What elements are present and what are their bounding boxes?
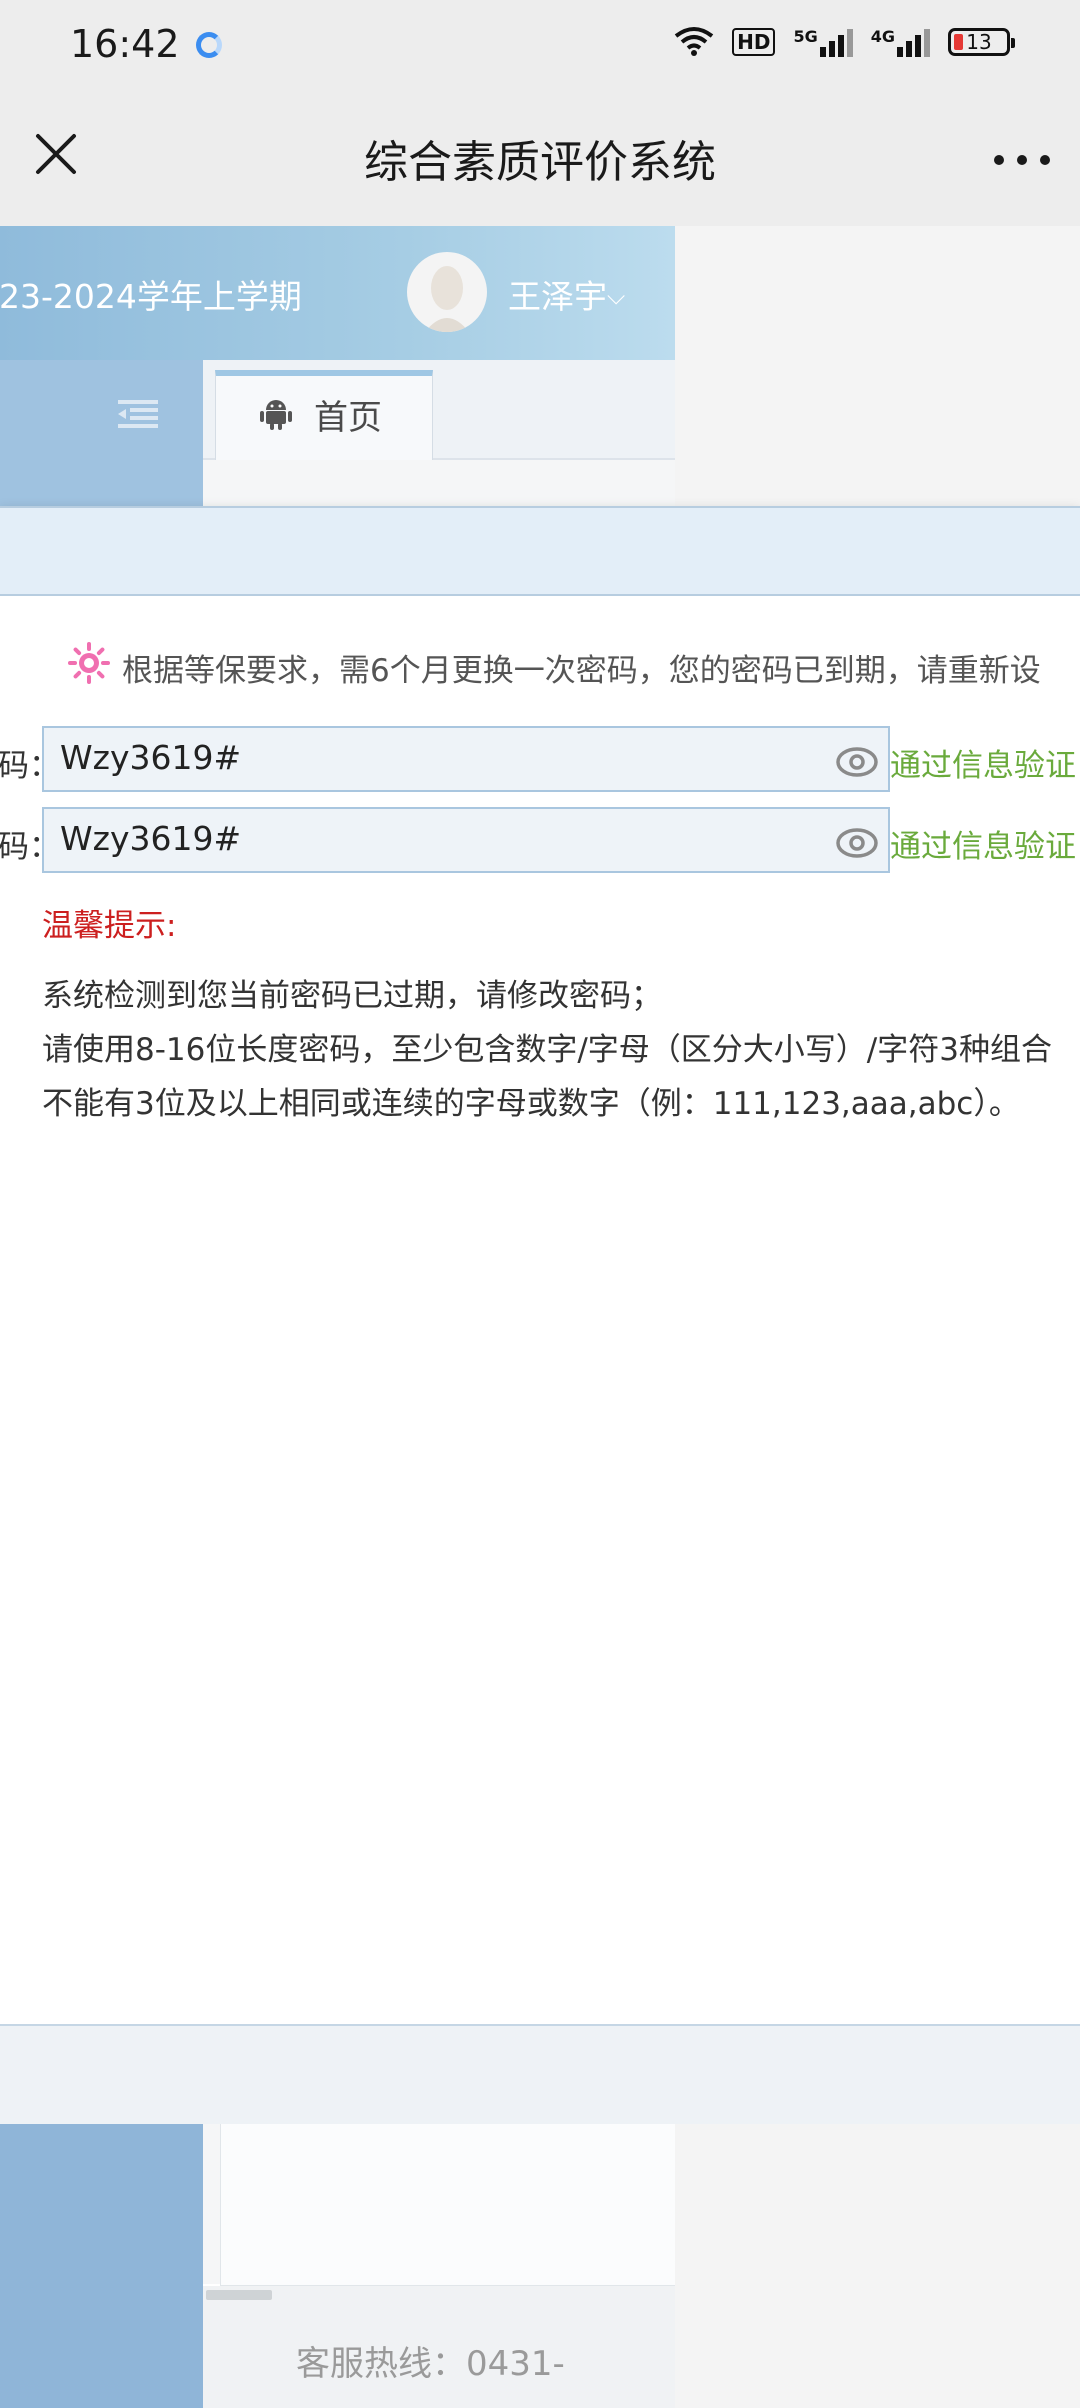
tip-line: 系统检测到您当前密码已过期，请修改密码； — [42, 978, 662, 1014]
confirm-password-value: Wzy3619# — [60, 819, 242, 858]
collapse-menu-icon[interactable] — [118, 398, 158, 428]
content-card — [220, 2124, 675, 2286]
username: 王泽宇 — [508, 277, 607, 316]
tip-line: 请使用8-16位长度密码，至少包含数字/字母（区分大小写）/字符3种组合 — [42, 1032, 1052, 1068]
verify-by-info-link[interactable]: 通过信息验证 — [890, 821, 1076, 866]
page-backdrop — [675, 226, 1080, 508]
battery-icon: 13 — [948, 28, 1015, 56]
hotline-text: 客服热线：0431- — [296, 2344, 565, 2384]
eye-icon[interactable] — [836, 826, 878, 860]
page-title: 综合素质评价系统 — [364, 137, 716, 188]
loading-icon — [196, 32, 222, 58]
content-area — [203, 460, 675, 508]
signal-5g-icon: 5G — [793, 27, 853, 57]
password-expired-warning: 根据等保要求，需6个月更换一次密码，您的密码已到期，请重新设 — [122, 653, 1041, 689]
horizontal-scrollbar[interactable] — [206, 2290, 272, 2300]
signal-4g-icon: 4G — [871, 27, 930, 57]
status-icons: HD 5G 4G 13 — [674, 26, 1015, 58]
sidebar — [0, 360, 203, 508]
avatar[interactable] — [407, 252, 487, 332]
android-icon — [260, 400, 292, 430]
dialog-header — [0, 508, 1080, 596]
hd-badge: HD — [732, 28, 776, 56]
chevron-down-icon: ⌵ — [607, 282, 626, 310]
verify-by-info-link[interactable]: 通过信息验证 — [890, 740, 1076, 785]
wifi-icon — [674, 27, 714, 56]
new-password-value: Wzy3619# — [60, 738, 242, 777]
sidebar-bottom — [0, 2124, 203, 2408]
semester-label: 023-2024学年上学期 — [0, 277, 302, 316]
tip-line: 不能有3位及以上相同或连续的字母或数字（例：111,123,aaa,abc）。 — [42, 1086, 1020, 1122]
page-backdrop — [675, 2124, 1080, 2408]
more-options-button[interactable] — [994, 150, 1050, 170]
dialog-footer — [0, 2024, 1080, 2124]
tips-title: 温馨提示: — [42, 908, 177, 944]
user-menu[interactable]: 王泽宇⌵ — [508, 270, 625, 318]
avatar-icon — [425, 266, 469, 332]
eye-icon[interactable] — [836, 745, 878, 779]
tab-home-label: 首页 — [314, 398, 382, 438]
confirm-password-field[interactable]: Wzy3619# — [42, 807, 890, 873]
warning-gear-icon — [68, 642, 110, 684]
new-password-field[interactable]: Wzy3619# — [42, 726, 890, 792]
status-time: 16:42 — [70, 22, 180, 66]
close-icon[interactable] — [30, 128, 82, 180]
